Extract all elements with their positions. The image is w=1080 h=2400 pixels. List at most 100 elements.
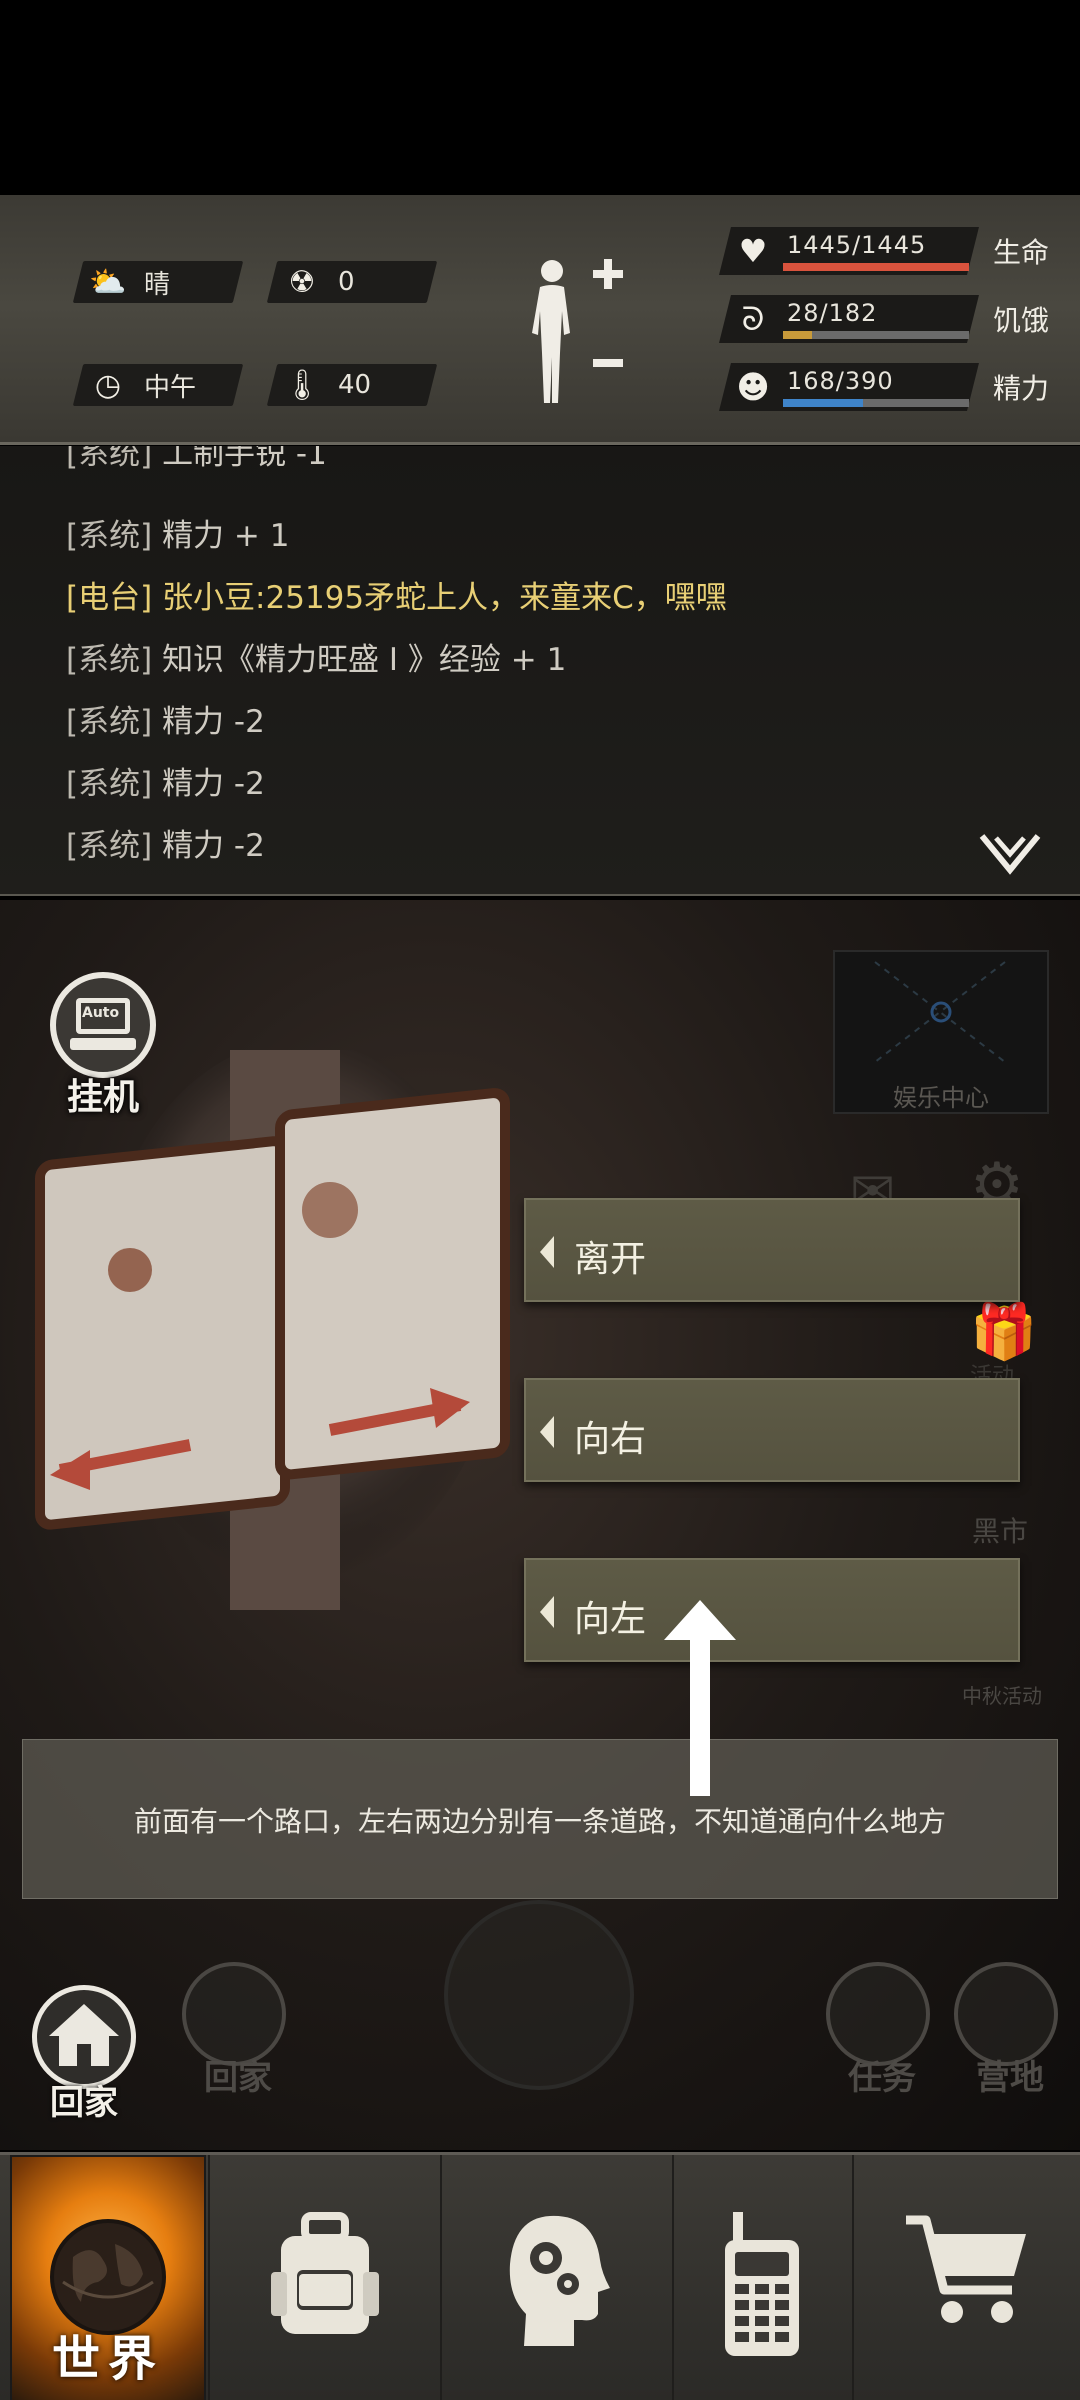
quest-label: 任务 [848, 2058, 916, 2098]
weather-label: 晴 [144, 269, 171, 300]
hunger-value: 28/182 [787, 299, 878, 327]
health-stat: ♥ 1445/1445 生命 [735, 227, 1065, 275]
camp-button[interactable]: 营地 [954, 1962, 1058, 2098]
log-line-radio: [电台] 张小豆:25195矛蛇上人，来童来C，嘿嘿 [66, 572, 727, 617]
log-tag: [电台] [66, 580, 153, 616]
walkie-talkie-icon [725, 2212, 799, 2356]
side-label[interactable]: 中秋活动 [962, 1680, 1042, 1709]
radiation-value: 0 [338, 267, 355, 297]
temperature-value: 40 [338, 370, 372, 400]
choice-leave-button[interactable]: 离开 [524, 1198, 1020, 1302]
hunger-bar [783, 331, 969, 339]
time-info: ◷ 中午 [88, 364, 196, 406]
log-message: 精力 -2 [162, 828, 265, 864]
log-line: [系统] 精力 -2 [66, 820, 265, 865]
hunger-label: 饥饿 [993, 304, 1050, 337]
bottom-nav: 世界 [0, 2152, 1080, 2400]
time-label: 中午 [144, 372, 197, 403]
log-line: [系统] 知识《精力旺盛 I 》经验 + 1 [66, 634, 566, 679]
minimap[interactable]: 娱乐中心 [833, 950, 1049, 1114]
home-label: 回家 [50, 2083, 118, 2123]
tutorial-pointer-arrow [664, 1600, 736, 1796]
log-tag: [系统] [66, 828, 153, 864]
choice-label: 向右 [574, 1419, 647, 1460]
home-circle [32, 1985, 136, 2089]
clock-icon: ◷ [94, 367, 122, 403]
stat-bar-fill [783, 263, 969, 271]
head-gears-icon [509, 2215, 610, 2346]
road-sign-illustration [35, 1050, 510, 1610]
scroll-down-icon[interactable] [976, 830, 1044, 880]
choice-arrow-icon [540, 1596, 554, 1628]
choice-arrow-icon [540, 1236, 554, 1268]
status-hud: ⛅ 晴 ☢ 0 ◷ 中午 🌡 40 ♥ 1445/1445 生命 ᘐ 28/18… [0, 195, 1080, 445]
log-message: 精力 + 1 [162, 518, 290, 554]
energy-value: 168/390 [787, 367, 894, 395]
stomach-icon: ᘐ [741, 300, 765, 338]
choice-go-left-button[interactable]: 向左 [524, 1558, 1020, 1662]
stat-bar-fill [783, 331, 812, 339]
minimap-crosshair [874, 961, 1006, 1063]
stat-bar-fill [783, 399, 864, 407]
shopping-cart-icon [906, 2215, 1026, 2323]
quest-button[interactable]: 任务 [826, 1962, 930, 2098]
house-icon [49, 2004, 119, 2066]
auto-idle-button[interactable]: Auto 挂机 [48, 970, 158, 1118]
backpack-icon [271, 2212, 379, 2334]
weather-info: ⛅ 晴 [88, 261, 170, 303]
log-tag: [系统] [66, 446, 153, 472]
auto-computer-icon [50, 972, 156, 1078]
camp-label: 营地 [976, 2058, 1044, 2098]
log-tag: [系统] [66, 518, 153, 554]
log-message: 精力 -2 [162, 766, 265, 802]
scene-description-box: 前面有一个路口，左右两边分别有一条道路，不知道通向什么地方 [22, 1739, 1058, 1899]
tab-backpack[interactable] [210, 2155, 440, 2400]
log-line: [系统] 精力 + 1 [66, 510, 289, 555]
log-tag: [系统] [66, 642, 153, 678]
scene-description: 前面有一个路口，左右两边分别有一条道路，不知道通向什么地方 [133, 1805, 946, 1838]
health-label: 生命 [993, 236, 1050, 269]
log-line: [系统] 工制手锐 -1 [66, 446, 327, 473]
side-label[interactable]: 黑市 [972, 1510, 1028, 1550]
thermometer-icon: 🌡 [282, 367, 322, 403]
auto-badge: Auto [82, 1005, 120, 1021]
log-message: 精力 -2 [162, 704, 265, 740]
radiation-info: ☢ 0 [282, 261, 355, 303]
temperature-info: 🌡 40 [282, 364, 371, 406]
log-line: [系统] 精力 -2 [66, 696, 265, 741]
radar-button-faded[interactable] [444, 1900, 634, 2090]
log-message: 工制手锐 -1 [162, 446, 327, 472]
log-line: [系统] 精力 -2 [66, 758, 265, 803]
heart-pulse-icon: ♥ [738, 232, 768, 270]
log-message: 张小豆:25195矛蛇上人，来童来C，嘿嘿 [162, 580, 727, 616]
message-log[interactable]: [系统] 工制手锐 -1 [系统] 精力 + 1 [电台] 张小豆:25195矛… [0, 446, 1080, 896]
choice-label: 离开 [574, 1239, 647, 1280]
tab-radio[interactable] [674, 2155, 850, 2400]
partly-cloudy-icon: ⛅ [89, 264, 127, 300]
minimap-label: 娱乐中心 [893, 1084, 989, 1112]
radiation-icon: ☢ [288, 264, 316, 300]
log-tag: [系统] [66, 766, 153, 802]
home-button[interactable]: 回家 [30, 1985, 138, 2125]
log-message: 知识《精力旺盛 I 》经验 + 1 [162, 642, 567, 678]
scene-view: ⚙ ✉ 🎁 活动 黑市 中秋活动 娱乐中心 Auto 挂机 离开 向右 向左 前… [0, 900, 1080, 2150]
home-label: 回家 [204, 2058, 272, 2098]
health-bar [783, 263, 969, 271]
home-button-faded[interactable]: 回家 [182, 1962, 286, 2098]
tab-world[interactable]: 世界 [10, 2155, 206, 2400]
log-tag: [系统] [66, 704, 153, 740]
energy-stat: ☻ 168/390 精力 [735, 363, 1065, 411]
body-status-icon[interactable] [520, 253, 630, 413]
choice-go-right-button[interactable]: 向右 [524, 1378, 1020, 1482]
energy-bar [783, 399, 969, 407]
tab-world-label: 世界 [51, 2331, 164, 2387]
head-bolt-icon: ☻ [736, 368, 770, 406]
hunger-stat: ᘐ 28/182 饥饿 [735, 295, 1065, 343]
choice-arrow-icon [540, 1416, 554, 1448]
tab-skills[interactable] [442, 2155, 672, 2400]
tab-shop[interactable] [854, 2155, 1080, 2400]
energy-label: 精力 [993, 372, 1050, 405]
choice-label: 向左 [574, 1599, 647, 1640]
gift-icon[interactable]: 🎁 [970, 1300, 1037, 1364]
auto-idle-label: 挂机 [66, 1077, 139, 1118]
